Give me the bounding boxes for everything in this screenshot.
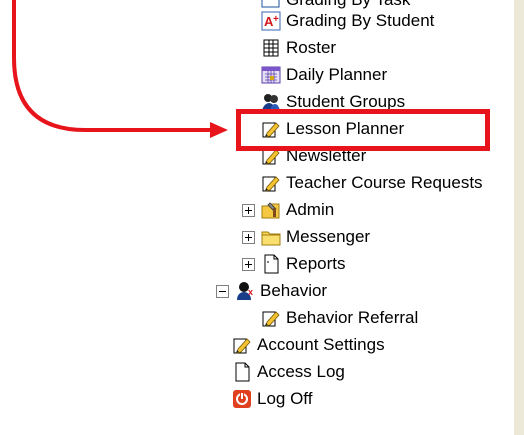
collapse-minus-icon[interactable]: [216, 284, 229, 298]
menu-item-label: Reports: [286, 254, 346, 273]
edit-note-icon: [261, 173, 281, 193]
lesson-planner-highlight: [236, 109, 490, 151]
svg-text:x: x: [248, 287, 253, 297]
behavior-person-icon: x: [235, 281, 255, 301]
power-off-icon: [232, 389, 252, 409]
expand-plus-icon[interactable]: [242, 257, 255, 271]
menu-item-admin[interactable]: Admin: [242, 198, 334, 222]
edit-note-icon: [232, 335, 252, 355]
menu-item-access-log[interactable]: Access Log: [232, 360, 345, 384]
menu-item-messenger[interactable]: Messenger: [242, 225, 370, 249]
admin-tools-folder-icon: [261, 200, 281, 220]
menu-item-grading-by-student[interactable]: A + Grading By Student: [261, 9, 434, 33]
menu-item-label: Admin: [286, 200, 335, 219]
document-icon: [232, 362, 252, 382]
menu-item-teacher-course-requests[interactable]: Teacher Course Requests: [261, 171, 483, 195]
menu-item-label: Daily Planner: [286, 65, 388, 84]
menu-item-label: Account Settings: [257, 335, 385, 354]
menu-item-label: Log Off: [257, 389, 313, 408]
menu-item-label: Behavior Referral: [286, 308, 419, 327]
menu-item-label: Roster: [286, 38, 337, 57]
svg-text:+: +: [273, 14, 279, 25]
menu-item-account-settings[interactable]: Account Settings: [232, 333, 385, 357]
menu-item-roster[interactable]: Roster: [261, 36, 336, 60]
menu-item-behavior-referral[interactable]: Behavior Referral: [261, 306, 418, 330]
scroll-strip: [514, 0, 524, 435]
menu-item-behavior[interactable]: x Behavior: [216, 279, 327, 303]
expand-plus-icon[interactable]: [242, 230, 255, 244]
menu-item-label: Messenger: [286, 227, 371, 246]
menu-item-label: Teacher Course Requests: [286, 173, 483, 192]
menu-item-label: Grading By Student: [286, 11, 435, 30]
menu-item-label: Access Log: [257, 362, 345, 381]
menu-item-log-off[interactable]: Log Off: [232, 387, 312, 411]
menu-item-reports[interactable]: Reports: [242, 252, 346, 276]
expand-plus-icon[interactable]: [242, 203, 255, 217]
grade-a-plus-icon: A +: [261, 11, 281, 31]
roster-grid-icon: [261, 38, 281, 58]
menu-item-label: Behavior: [260, 281, 328, 300]
document-icon: [261, 254, 281, 274]
calendar-icon: [261, 65, 281, 85]
folder-icon: [261, 227, 281, 247]
edit-note-icon: [261, 308, 281, 328]
menu-item-daily-planner[interactable]: Daily Planner: [261, 63, 387, 87]
